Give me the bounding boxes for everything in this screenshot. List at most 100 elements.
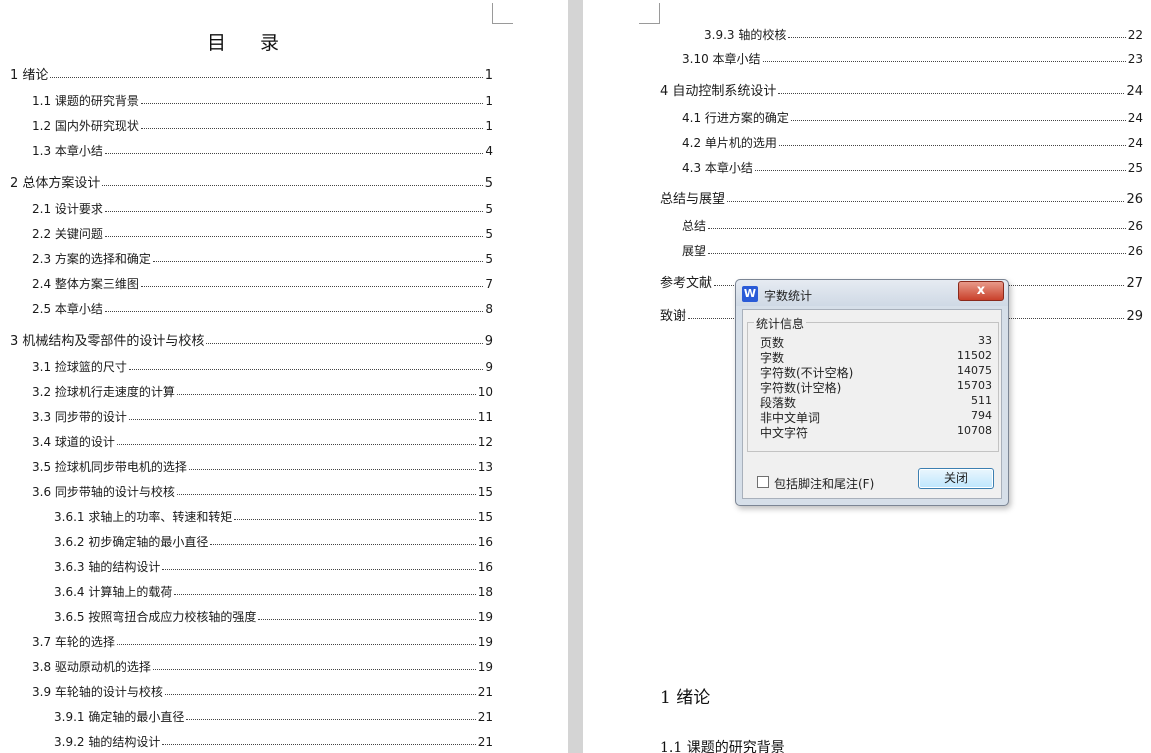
toc-dot-leader bbox=[102, 185, 483, 186]
toc-entry-title: 2.5 本章小结 bbox=[32, 302, 103, 316]
toc-entry[interactable]: 3.7 车轮的选择 19 bbox=[32, 633, 493, 650]
toc-entry-title: 3.6 同步带轴的设计与校核 bbox=[32, 485, 175, 499]
toc-entry-title: 总结与展望 bbox=[660, 192, 726, 207]
include-footnotes-label[interactable]: 包括脚注和尾注(F) bbox=[774, 475, 874, 492]
toc-dot-leader bbox=[176, 394, 476, 395]
toc-entry-title: 2.2 关键问题 bbox=[32, 227, 103, 241]
toc-entry[interactable]: 2.5 本章小结 8 bbox=[32, 300, 493, 317]
toc-entry-page: 27 bbox=[1126, 276, 1143, 291]
toc-entry[interactable]: 3.5 捡球机同步带电机的选择 13 bbox=[32, 458, 493, 475]
toc-entry[interactable]: 1 绪论 1 bbox=[10, 64, 493, 83]
toc-entry[interactable]: 3.1 捡球篮的尺寸 9 bbox=[32, 358, 493, 375]
toc-entry[interactable]: 1.3 本章小结 4 bbox=[32, 142, 493, 159]
toc-entry-title: 3.3 同步带的设计 bbox=[32, 410, 127, 424]
toc-entry-page: 13 bbox=[477, 460, 493, 474]
toc-entry-title: 3.2 捡球机行走速度的计算 bbox=[32, 385, 175, 399]
toc-entry-page: 4 bbox=[485, 144, 493, 158]
toc-entry-page: 16 bbox=[477, 535, 493, 549]
toc-dot-leader bbox=[152, 669, 476, 670]
toc-entry[interactable]: 4.2 单片机的选用 24 bbox=[682, 134, 1143, 151]
toc-entry[interactable]: 3.10 本章小结 23 bbox=[682, 50, 1143, 67]
dialog-titlebar[interactable]: W 字数统计 x bbox=[736, 280, 1008, 306]
toc-dot-leader bbox=[210, 544, 476, 545]
stat-row: 字数 11502 bbox=[760, 349, 992, 365]
toc-entry-title: 3.9.2 轴的结构设计 bbox=[54, 735, 161, 749]
toc-entry[interactable]: 3.6.3 轴的结构设计 16 bbox=[54, 558, 493, 575]
toc-entry[interactable]: 3.9.3 轴的校核 22 bbox=[704, 26, 1143, 43]
chapter-heading: 1 绪论 bbox=[660, 688, 711, 708]
toc-entry[interactable]: 3.3 同步带的设计 11 bbox=[32, 408, 493, 425]
section-heading: 1.1 课题的研究背景 bbox=[660, 740, 785, 753]
toc-entry[interactable]: 2.2 关键问题 5 bbox=[32, 225, 493, 242]
toc-entry-page: 9 bbox=[485, 360, 493, 374]
stat-row: 字符数(不计空格) 14075 bbox=[760, 364, 992, 380]
toc-entry-title: 参考文献 bbox=[660, 276, 713, 291]
stats-group-label: 统计信息 bbox=[754, 315, 807, 332]
stat-row: 字符数(计空格) 15703 bbox=[760, 379, 992, 395]
toc-entry-title: 3 机械结构及零部件的设计与校核 bbox=[10, 334, 205, 349]
toc-entry-page: 15 bbox=[477, 510, 493, 524]
stat-value: 14075 bbox=[957, 364, 992, 377]
toc-entry[interactable]: 3.6.2 初步确定轴的最小直径 16 bbox=[54, 533, 493, 550]
toc-entry[interactable]: 4.1 行进方案的确定 24 bbox=[682, 109, 1143, 126]
toc-entry-page: 1 bbox=[485, 94, 493, 108]
toc-entry-title: 1.2 国内外研究现状 bbox=[32, 119, 139, 133]
toc-entry-page: 12 bbox=[477, 435, 493, 449]
toc-entry[interactable]: 3.9.1 确定轴的最小直径 21 bbox=[54, 708, 493, 725]
toc-entry-title: 展望 bbox=[682, 244, 707, 258]
toc-entry-page: 29 bbox=[1126, 309, 1143, 324]
toc-entry[interactable]: 2.4 整体方案三维图 7 bbox=[32, 275, 493, 292]
toc-entry[interactable]: 2 总体方案设计 5 bbox=[10, 172, 493, 191]
toc-entry[interactable]: 3.6 同步带轴的设计与校核 15 bbox=[32, 483, 493, 500]
toc-dot-leader bbox=[164, 694, 476, 695]
toc-entry-page: 21 bbox=[477, 710, 493, 724]
toc-entry[interactable]: 3.9 车轮轴的设计与校核 21 bbox=[32, 683, 493, 700]
toc-entry[interactable]: 3.4 球道的设计 12 bbox=[32, 433, 493, 450]
toc-entry-page: 5 bbox=[485, 252, 493, 266]
stat-row: 中文字符 10708 bbox=[760, 424, 992, 440]
close-icon[interactable]: x bbox=[958, 281, 1004, 301]
stat-value: 15703 bbox=[957, 379, 992, 392]
toc-entry-title: 1 绪论 bbox=[10, 68, 49, 83]
toc-entry[interactable]: 4 自动控制系统设计 24 bbox=[660, 80, 1143, 99]
toc-entry-page: 9 bbox=[484, 334, 493, 349]
toc-entry[interactable]: 3.8 驱动原动机的选择 19 bbox=[32, 658, 493, 675]
toc-entry[interactable]: 1.1 课题的研究背景 1 bbox=[32, 92, 493, 109]
toc-entry-page: 21 bbox=[477, 685, 493, 699]
toc-entry[interactable]: 展望 26 bbox=[682, 242, 1143, 259]
toc-entry[interactable]: 总结 26 bbox=[682, 217, 1143, 234]
toc-entry[interactable]: 1.2 国内外研究现状 1 bbox=[32, 117, 493, 134]
toc-dot-leader bbox=[140, 286, 484, 287]
toc-entry-title: 1.3 本章小结 bbox=[32, 144, 103, 158]
close-button[interactable]: 关闭 bbox=[918, 468, 994, 489]
toc-dot-leader bbox=[162, 744, 476, 745]
toc-entry[interactable]: 3.6.5 按照弯扭合成应力校核轴的强度 19 bbox=[54, 608, 493, 625]
toc-entry[interactable]: 4.3 本章小结 25 bbox=[682, 159, 1143, 176]
toc-entry[interactable]: 3.9.2 轴的结构设计 21 bbox=[54, 733, 493, 750]
toc-entry[interactable]: 总结与展望 26 bbox=[660, 188, 1143, 207]
toc-entry-page: 21 bbox=[477, 735, 493, 749]
page-corner-mark bbox=[492, 3, 513, 24]
toc-dot-leader bbox=[174, 594, 476, 595]
toc-entry[interactable]: 3.6.4 计算轴上的载荷 18 bbox=[54, 583, 493, 600]
stat-value: 11502 bbox=[957, 349, 992, 362]
toc-dot-leader bbox=[790, 120, 1126, 121]
toc-entry-title: 3.9 车轮轴的设计与校核 bbox=[32, 685, 163, 699]
include-footnotes-checkbox[interactable] bbox=[757, 476, 769, 488]
toc-entry-title: 3.9.1 确定轴的最小直径 bbox=[54, 710, 185, 724]
toc-dot-leader bbox=[762, 61, 1126, 62]
toc-entry[interactable]: 2.1 设计要求 5 bbox=[32, 200, 493, 217]
toc-entry-title: 3.6.4 计算轴上的载荷 bbox=[54, 585, 173, 599]
toc-entry[interactable]: 2.3 方案的选择和确定 5 bbox=[32, 250, 493, 267]
page-corner-mark bbox=[639, 3, 660, 24]
toc-dot-leader bbox=[258, 619, 476, 620]
toc-entry[interactable]: 3 机械结构及零部件的设计与校核 9 bbox=[10, 330, 493, 349]
toc-entry[interactable]: 3.6.1 求轴上的功率、转速和转矩 15 bbox=[54, 508, 493, 525]
toc-entry-title: 2.3 方案的选择和确定 bbox=[32, 252, 151, 266]
toc-entry-title: 2 总体方案设计 bbox=[10, 176, 101, 191]
toc-dot-leader bbox=[708, 253, 1126, 254]
toc-dot-leader bbox=[140, 103, 484, 104]
toc-entry[interactable]: 3.2 捡球机行走速度的计算 10 bbox=[32, 383, 493, 400]
toc-entry-title: 3.6.3 轴的结构设计 bbox=[54, 560, 161, 574]
toc-entry-title: 3.10 本章小结 bbox=[682, 52, 761, 66]
